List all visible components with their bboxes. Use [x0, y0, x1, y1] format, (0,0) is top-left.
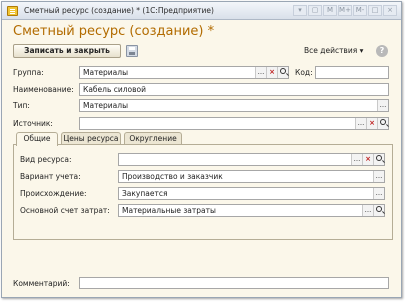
search-icon	[376, 155, 382, 161]
name-field[interactable]: Кабель силовой	[79, 83, 389, 96]
app-1c-icon	[7, 6, 18, 16]
save-disk-icon[interactable]	[126, 45, 138, 57]
cost-account-field[interactable]: Материальные затраты ...	[118, 204, 385, 217]
search-icon	[280, 68, 286, 74]
origin-value: Закупается	[122, 189, 168, 198]
cost-account-choose-button[interactable]: ...	[362, 205, 373, 216]
resource-kind-open-button[interactable]	[373, 154, 384, 165]
form-title: Сметный ресурс (создание) *	[13, 24, 215, 39]
window-memory-minus-button[interactable]: M-	[353, 5, 367, 16]
accounting-variant-choose-button[interactable]: ...	[373, 171, 384, 182]
source-choose-button[interactable]: ...	[355, 118, 366, 129]
save-and-close-button[interactable]: Записать и закрыть	[13, 44, 121, 58]
type-label: Тип:	[13, 101, 30, 110]
code-label: Код:	[295, 68, 313, 77]
type-value: Материалы	[83, 101, 128, 110]
accounting-variant-value: Производство и заказчик	[122, 172, 223, 181]
window-title: Сметный ресурс (создание) * (1С:Предприя…	[24, 6, 214, 15]
code-field[interactable]	[315, 66, 389, 79]
window-controls: ▾ ▢ M M+ M- □ ×	[293, 5, 397, 16]
group-field[interactable]: Материалы ... ×	[79, 66, 289, 79]
group-open-button[interactable]	[277, 67, 288, 78]
search-icon	[376, 206, 382, 212]
cost-account-open-button[interactable]	[373, 205, 384, 216]
source-open-button[interactable]	[377, 118, 388, 129]
window-close-button[interactable]: ×	[383, 5, 397, 16]
group-value: Материалы	[83, 68, 128, 77]
type-field[interactable]: Материалы ...	[79, 99, 389, 112]
help-icon[interactable]: ?	[376, 45, 388, 57]
resource-kind-field[interactable]: ... ×	[118, 153, 385, 166]
window-memory-plus-button[interactable]: M+	[338, 5, 352, 16]
window-restore-button[interactable]: ▢	[308, 5, 322, 16]
accounting-variant-label: Вариант учета:	[20, 172, 81, 181]
search-icon	[380, 119, 386, 125]
cost-account-label: Основной счет затрат:	[20, 206, 110, 215]
cost-account-value: Материальные затраты	[122, 206, 216, 215]
resource-kind-choose-button[interactable]: ...	[351, 154, 362, 165]
resource-kind-clear-icon[interactable]: ×	[362, 154, 373, 165]
origin-choose-button[interactable]: ...	[373, 188, 384, 199]
group-clear-icon[interactable]: ×	[266, 67, 277, 78]
window-menu-button[interactable]: ▾	[293, 5, 307, 16]
comment-field[interactable]	[79, 277, 389, 289]
window-maximize-button[interactable]: □	[368, 5, 382, 16]
resource-kind-label: Вид ресурса:	[20, 155, 72, 164]
origin-field[interactable]: Закупается ...	[118, 187, 385, 200]
tab-general[interactable]: Общие	[16, 132, 58, 146]
all-actions-menu[interactable]: Все действия ▾	[304, 46, 363, 55]
name-value: Кабель силовой	[83, 85, 147, 94]
type-choose-button[interactable]: ...	[377, 100, 388, 111]
comment-label: Комментарий:	[13, 279, 70, 288]
window-memory-button[interactable]: M	[323, 5, 337, 16]
source-field[interactable]: ... ×	[79, 117, 389, 130]
source-label: Источник:	[13, 119, 53, 128]
origin-label: Происхождение:	[20, 189, 87, 198]
source-clear-icon[interactable]: ×	[366, 118, 377, 129]
window-titlebar[interactable]: Сметный ресурс (создание) * (1С:Предприя…	[2, 2, 401, 20]
form-window: Сметный ресурс (создание) * (1С:Предприя…	[1, 1, 402, 298]
group-choose-button[interactable]: ...	[255, 67, 266, 78]
accounting-variant-field[interactable]: Производство и заказчик ...	[118, 170, 385, 183]
group-label: Группа:	[13, 68, 44, 77]
name-label: Наименование:	[13, 85, 74, 94]
